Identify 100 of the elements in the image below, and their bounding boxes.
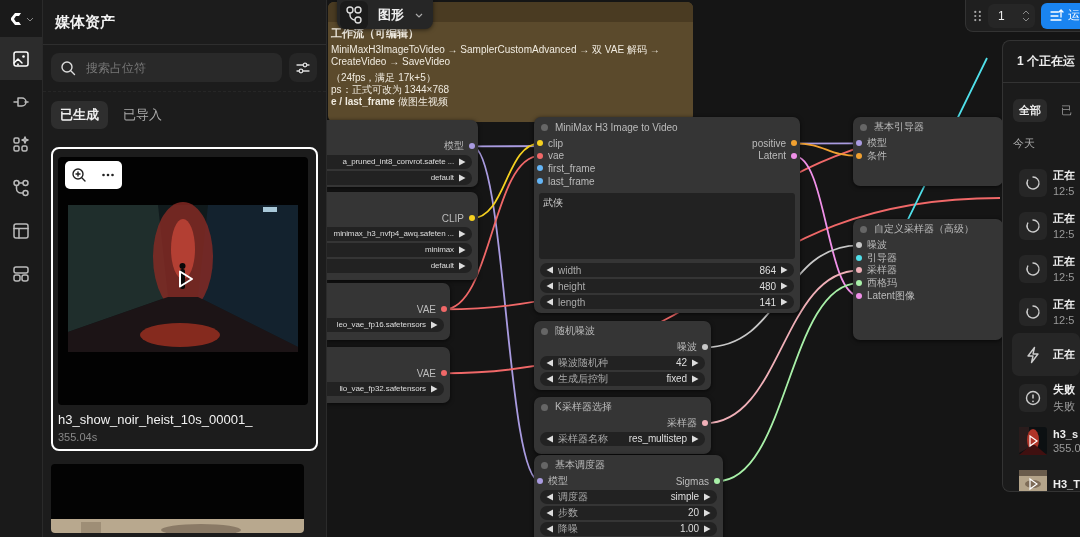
- tab[interactable]: 已生成: [51, 101, 108, 129]
- queue-item[interactable]: 正在 12:5: [1013, 161, 1080, 204]
- node-card[interactable]: VAE leo_vae_fp16.safetensors: [327, 283, 450, 340]
- socket-dot[interactable]: [537, 140, 543, 147]
- zoom-in-icon[interactable]: [71, 167, 88, 183]
- tab[interactable]: 全部: [1013, 99, 1047, 122]
- port-label: Latent图像: [867, 288, 915, 303]
- socket-dot[interactable]: [856, 140, 862, 147]
- socket-dot[interactable]: [469, 215, 475, 222]
- graph-icon: [11, 177, 31, 198]
- widget-field[interactable]: minimax_h3_nvfp4_awq.safeten ...: [327, 226, 472, 241]
- port-label: 引导器: [867, 250, 897, 264]
- right-arrow-icon[interactable]: [691, 434, 699, 443]
- sidebar-button[interactable]: [0, 37, 42, 80]
- queue-item-time: 12:5: [1053, 314, 1075, 326]
- collapse-dot[interactable]: [541, 403, 548, 411]
- tab[interactable]: 已: [1055, 99, 1078, 122]
- collapse-dot[interactable]: [541, 123, 548, 131]
- node-card[interactable]: 随机噪波 噪波 噪波随机种 42 生成后控制 fixed: [534, 321, 711, 390]
- collapse-dot[interactable]: [860, 225, 867, 233]
- file-name: h3_show_noir_heist_10s_00001_: [58, 412, 254, 427]
- socket-dot[interactable]: [537, 152, 543, 159]
- node-card[interactable]: MiniMax H3 Image to Video clip positive vae Latent first_frame last_frame 武侠 width 864 height 480 length 141: [534, 117, 800, 313]
- widget-value: default: [430, 261, 454, 271]
- collapse-dot[interactable]: [541, 461, 548, 469]
- spinner-icon: [1019, 211, 1047, 240]
- socket-dot[interactable]: [856, 152, 862, 159]
- node-card[interactable]: 模型 a_pruned_int8_convrot.safete ... default: [327, 120, 478, 187]
- widget-field[interactable]: 降噪 1.00: [540, 521, 717, 536]
- node-card[interactable]: 基本引导器 模型 条件: [853, 117, 1003, 186]
- view-mode-button[interactable]: 图形: [337, 0, 433, 29]
- widget-field[interactable]: 噪波随机种 42: [540, 355, 705, 370]
- collapse-dot[interactable]: [541, 327, 548, 335]
- socket-dot[interactable]: [856, 254, 862, 261]
- node-card[interactable]: 基本调度器 模型 Sigmas 调度器 simple 步数 20 降噪 1.00: [534, 455, 723, 537]
- batch-count-field[interactable]: 1: [988, 3, 1035, 28]
- widget-field[interactable]: width 864: [540, 263, 794, 278]
- drag-handle-icon[interactable]: [973, 8, 983, 23]
- prompt-field[interactable]: 武侠: [539, 193, 795, 260]
- queue-item[interactable]: 正在 12:5: [1013, 247, 1080, 290]
- socket-dot[interactable]: [791, 152, 797, 159]
- node-card[interactable]: 自定义采样器（高级） 噪波 引导器 采样器 西格玛 Latent图像: [853, 219, 1003, 340]
- queue-item[interactable]: 失败 失败: [1013, 376, 1080, 419]
- widget-field[interactable]: default: [327, 258, 472, 273]
- socket-dot[interactable]: [537, 165, 543, 172]
- widget-field[interactable]: default: [327, 170, 472, 185]
- widget-field[interactable]: length 141: [540, 295, 794, 310]
- port-label: 模型: [444, 139, 464, 154]
- queue-item[interactable]: H3_T: [1013, 462, 1080, 491]
- queue-item[interactable]: 正在 12:5: [1013, 290, 1080, 333]
- widget-field[interactable]: height 480: [540, 279, 794, 294]
- right-arrow-icon[interactable]: [430, 320, 438, 329]
- queue-item[interactable]: 正在 12:5: [1013, 204, 1080, 247]
- left-arrow-icon[interactable]: [546, 434, 554, 443]
- widget-value: 20: [688, 507, 699, 519]
- socket-dot[interactable]: [441, 306, 447, 313]
- widget-field[interactable]: 调度器 simple: [540, 489, 717, 504]
- filter-button[interactable]: [289, 53, 317, 82]
- socket-dot[interactable]: [537, 478, 543, 485]
- widget-label: 噪波随机种: [558, 355, 609, 370]
- socket-dot[interactable]: [469, 143, 475, 150]
- port-label: VAE: [416, 303, 436, 315]
- widget-field[interactable]: a_pruned_int8_convrot.safete ...: [327, 154, 472, 169]
- widget-label: 调度器: [558, 489, 589, 504]
- widget-field[interactable]: 生成后控制 fixed: [540, 371, 705, 386]
- asset-card[interactable]: h3_show_noir_heist_10s_00001_ 355.04s: [51, 147, 318, 451]
- socket-dot[interactable]: [537, 178, 543, 185]
- widget-label: 步数: [558, 505, 579, 520]
- widget-field[interactable]: 步数 20: [540, 505, 717, 520]
- queue-item[interactable]: 正在: [1012, 333, 1080, 376]
- right-arrow-icon[interactable]: [430, 384, 438, 393]
- socket-dot[interactable]: [714, 478, 720, 485]
- duration-label: 355.04s: [58, 431, 99, 443]
- logo-icon: [8, 10, 24, 27]
- run-button[interactable]: 运: [1041, 2, 1080, 29]
- socket-dot[interactable]: [856, 267, 862, 274]
- node-card[interactable]: VAE lio_vae_fp32.safetensors: [327, 347, 450, 403]
- queue-item[interactable]: h3_s 355.0: [1013, 419, 1080, 462]
- port-label: 采样器: [867, 263, 897, 278]
- socket-dot[interactable]: [702, 344, 708, 351]
- socket-dot[interactable]: [856, 280, 862, 287]
- port-label: 模型: [867, 136, 887, 151]
- tab[interactable]: 已导入: [114, 101, 171, 129]
- port-label: 西格玛: [867, 276, 897, 291]
- socket-dot[interactable]: [791, 140, 797, 147]
- socket-dot[interactable]: [856, 242, 862, 249]
- node-card[interactable]: K采样器选择 采样器 采样器名称 res_multistep: [534, 397, 711, 454]
- widget-field[interactable]: 采样器名称 res_multistep: [540, 431, 705, 446]
- widget-field[interactable]: lio_vae_fp32.safetensors: [327, 381, 444, 396]
- socket-dot[interactable]: [441, 370, 447, 377]
- widget-field[interactable]: leo_vae_fp16.safetensors: [327, 317, 444, 332]
- queue-item-title: 失败: [1053, 381, 1075, 397]
- socket-dot[interactable]: [702, 420, 708, 427]
- socket-dot[interactable]: [856, 292, 862, 299]
- collapse-dot[interactable]: [860, 123, 867, 131]
- widget-field[interactable]: minimax: [327, 242, 472, 257]
- search-field[interactable]: 搜索占位符: [51, 53, 282, 82]
- note-text: MiniMaxH3ImageToVideo → SamplerCustomAdvanced → 双 VAE 解码 → CreateVideo → SaveVideo: [331, 44, 661, 68]
- node-card[interactable]: CLIP minimax_h3_nvfp4_awq.safeten ... minimax default: [327, 192, 478, 280]
- queue-item-time: 12:5: [1053, 228, 1075, 240]
